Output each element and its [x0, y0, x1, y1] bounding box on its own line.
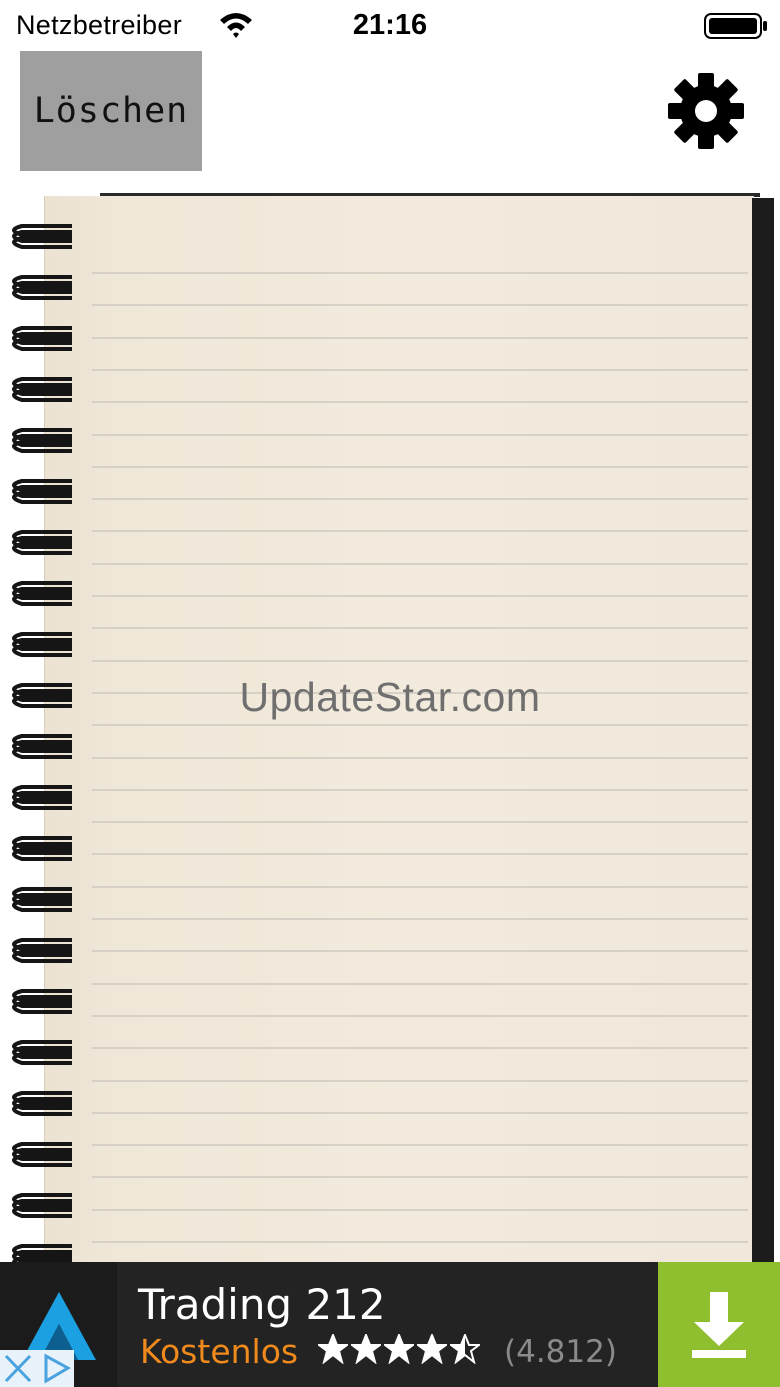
spiral-ring [12, 1040, 72, 1065]
spiral-binding [12, 224, 72, 1262]
ruled-line [92, 562, 748, 565]
clock: 21:16 [352, 9, 428, 41]
ruled-line [92, 1144, 748, 1147]
watermark: UpdateStar.com [239, 674, 541, 720]
ruled-line [92, 1111, 748, 1114]
ruled-line [92, 853, 748, 856]
battery-icon [704, 13, 767, 39]
notebook-back-cover [752, 198, 774, 1262]
star-icon [417, 1334, 447, 1364]
spiral-ring [12, 377, 72, 402]
ruled-line [92, 627, 748, 630]
notebook-page[interactable]: UpdateStar.com [0, 190, 780, 1276]
ruled-line [92, 433, 748, 436]
ad-price-label: Kostenlos [140, 1332, 299, 1371]
spiral-ring [12, 224, 72, 249]
ruled-line [92, 595, 748, 597]
spiral-ring [12, 1244, 72, 1262]
star-icon [450, 1334, 480, 1364]
ruled-line [92, 498, 748, 501]
ruled-line [92, 368, 748, 371]
spiral-ring [12, 632, 72, 657]
ruled-line [92, 756, 748, 759]
ruled-line [92, 982, 748, 985]
spiral-ring [12, 887, 72, 912]
star-icon [384, 1334, 414, 1364]
spiral-ring [12, 581, 72, 606]
ad-choices-icon[interactable] [0, 1350, 74, 1387]
ruled-line [92, 918, 748, 920]
ruled-line [92, 950, 748, 953]
ruled-line [92, 724, 748, 727]
spiral-ring [12, 938, 72, 963]
ruled-line [92, 1079, 748, 1082]
spiral-ring [12, 275, 72, 300]
ad-app-name[interactable]: Trading 212 [138, 1280, 386, 1329]
gear-icon[interactable] [666, 71, 746, 151]
star-icon [318, 1334, 348, 1364]
spiral-ring [12, 1142, 72, 1167]
spiral-ring [12, 734, 72, 759]
ruled-line [92, 1047, 748, 1050]
ad-rating-count: (4.812) [504, 1334, 617, 1370]
spiral-ring [12, 785, 72, 810]
ruled-line [92, 788, 748, 791]
spiral-ring [12, 1193, 72, 1218]
ruled-line [92, 1176, 748, 1179]
ad-download-button[interactable] [658, 1262, 780, 1387]
ad-rating-stars [318, 1334, 480, 1366]
spiral-ring [12, 989, 72, 1014]
ruled-line [92, 336, 748, 339]
ruled-line [92, 821, 748, 824]
ruled-lines [92, 190, 748, 1276]
ad-banner[interactable]: Trading 212 Kostenlos (4.812) [0, 1262, 780, 1387]
ruled-line [92, 1241, 748, 1243]
ruled-line [92, 885, 748, 888]
ruled-line [92, 304, 748, 307]
spiral-ring [12, 836, 72, 861]
delete-button[interactable]: Löschen [20, 51, 202, 171]
download-arrow-icon [692, 1292, 746, 1358]
ruled-line [92, 272, 748, 274]
spiral-ring [12, 479, 72, 504]
ruled-line [92, 401, 748, 404]
ruled-line [92, 1014, 748, 1017]
ruled-line [92, 465, 748, 468]
app-screen: Netzbetreiber 21:16 Löschen UpdateStar.c… [0, 0, 780, 1387]
status-bar: Netzbetreiber 21:16 [0, 0, 780, 52]
ruled-line [92, 1208, 748, 1211]
spiral-ring [12, 326, 72, 351]
spiral-ring [12, 1091, 72, 1116]
spiral-ring [12, 428, 72, 453]
ruled-line [92, 659, 748, 662]
star-icon [351, 1334, 381, 1364]
spiral-ring [12, 530, 72, 555]
ruled-line [92, 530, 748, 533]
